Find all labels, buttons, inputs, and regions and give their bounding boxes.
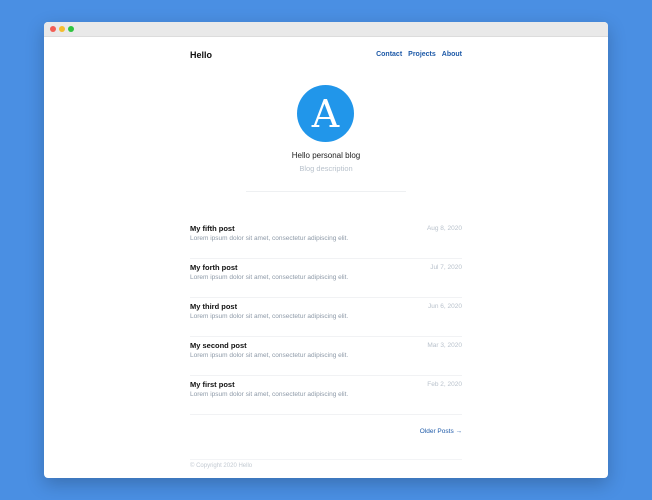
blog-description: Blog description <box>299 164 353 173</box>
footer-copyright: © Copyright 2020 Hello <box>190 463 253 469</box>
page-content: Hello Contact Projects About A Hello per… <box>190 37 462 478</box>
post-date: Aug 8, 2020 <box>426 225 462 232</box>
nav-link-contact[interactable]: Contact <box>376 51 402 58</box>
maximize-dot-icon[interactable] <box>68 26 74 32</box>
close-dot-icon[interactable] <box>50 26 56 32</box>
post-title[interactable]: My fifth post <box>190 224 235 233</box>
post-title[interactable]: My second post <box>190 341 247 350</box>
post-list: My fifth post Lorem ipsum dolor sit amet… <box>190 220 462 415</box>
nav-link-about[interactable]: About <box>442 51 462 58</box>
avatar: A <box>297 85 354 142</box>
post-excerpt: Lorem ipsum dolor sit amet, consectetur … <box>190 352 349 359</box>
post-excerpt: Lorem ipsum dolor sit amet, consectetur … <box>190 391 349 398</box>
window-titlebar <box>44 22 608 37</box>
post-excerpt: Lorem ipsum dolor sit amet, consectetur … <box>190 274 349 281</box>
post-excerpt: Lorem ipsum dolor sit amet, consectetur … <box>190 313 349 320</box>
nav-link-projects[interactable]: Projects <box>408 51 436 58</box>
post-date: Jul 7, 2020 <box>430 264 462 271</box>
divider <box>246 191 406 192</box>
main-nav: Contact Projects About <box>376 51 462 58</box>
minimize-dot-icon[interactable] <box>59 26 65 32</box>
post-date: Mar 3, 2020 <box>427 342 462 349</box>
post-item[interactable]: My second post Lorem ipsum dolor sit ame… <box>190 337 462 376</box>
footer-divider <box>190 459 462 460</box>
post-date: Feb 2, 2020 <box>427 381 462 388</box>
blog-name: Hello personal blog <box>291 151 361 160</box>
post-title[interactable]: My forth post <box>190 263 238 272</box>
older-posts-link[interactable]: Older Posts → <box>420 428 462 435</box>
post-excerpt: Lorem ipsum dolor sit amet, consectetur … <box>190 235 349 242</box>
post-item[interactable]: My first post Lorem ipsum dolor sit amet… <box>190 376 462 415</box>
post-date: Jun 6, 2020 <box>428 303 462 310</box>
post-title[interactable]: My third post <box>190 302 237 311</box>
site-title[interactable]: Hello <box>190 50 212 60</box>
avatar-letter: A <box>311 91 340 136</box>
post-item[interactable]: My fifth post Lorem ipsum dolor sit amet… <box>190 220 462 259</box>
post-item[interactable]: My forth post Lorem ipsum dolor sit amet… <box>190 259 462 298</box>
browser-window: Hello Contact Projects About A Hello per… <box>44 22 608 478</box>
post-title[interactable]: My first post <box>190 380 235 389</box>
post-item[interactable]: My third post Lorem ipsum dolor sit amet… <box>190 298 462 337</box>
